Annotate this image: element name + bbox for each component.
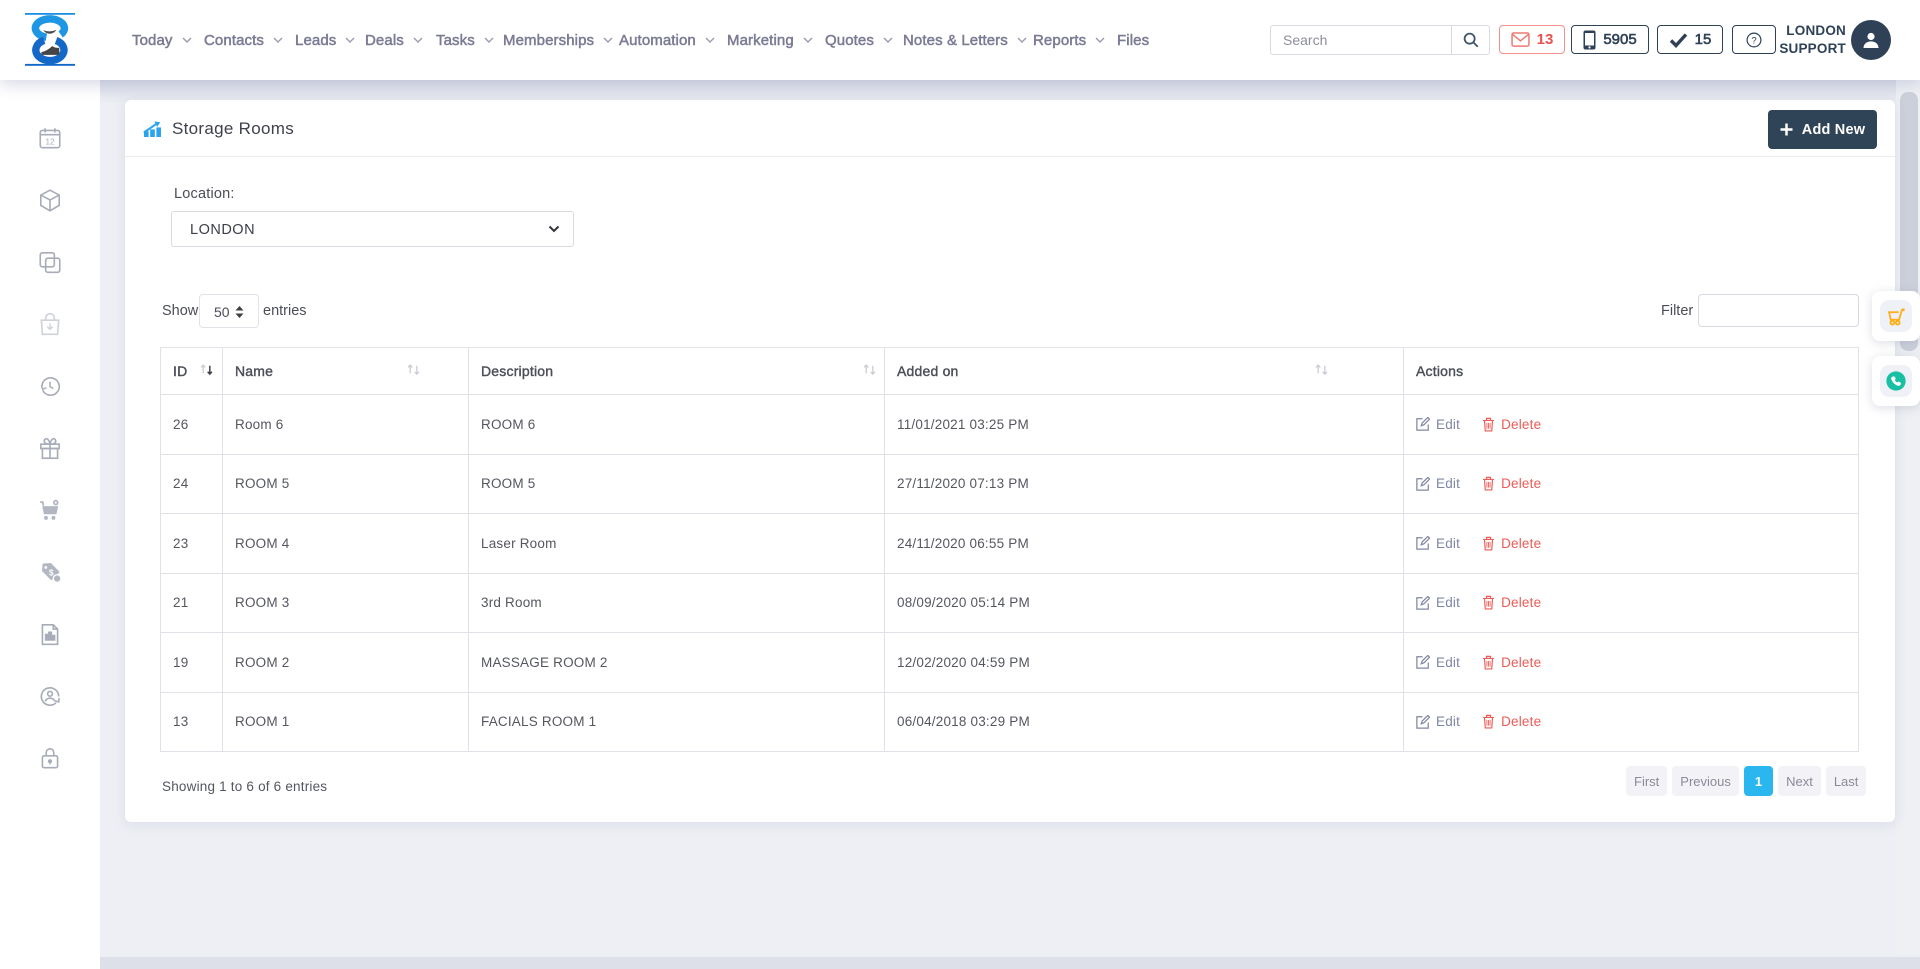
svg-text:?: ? [1751, 35, 1756, 46]
svg-text:$: $ [49, 568, 54, 577]
svg-text:12: 12 [45, 137, 55, 146]
